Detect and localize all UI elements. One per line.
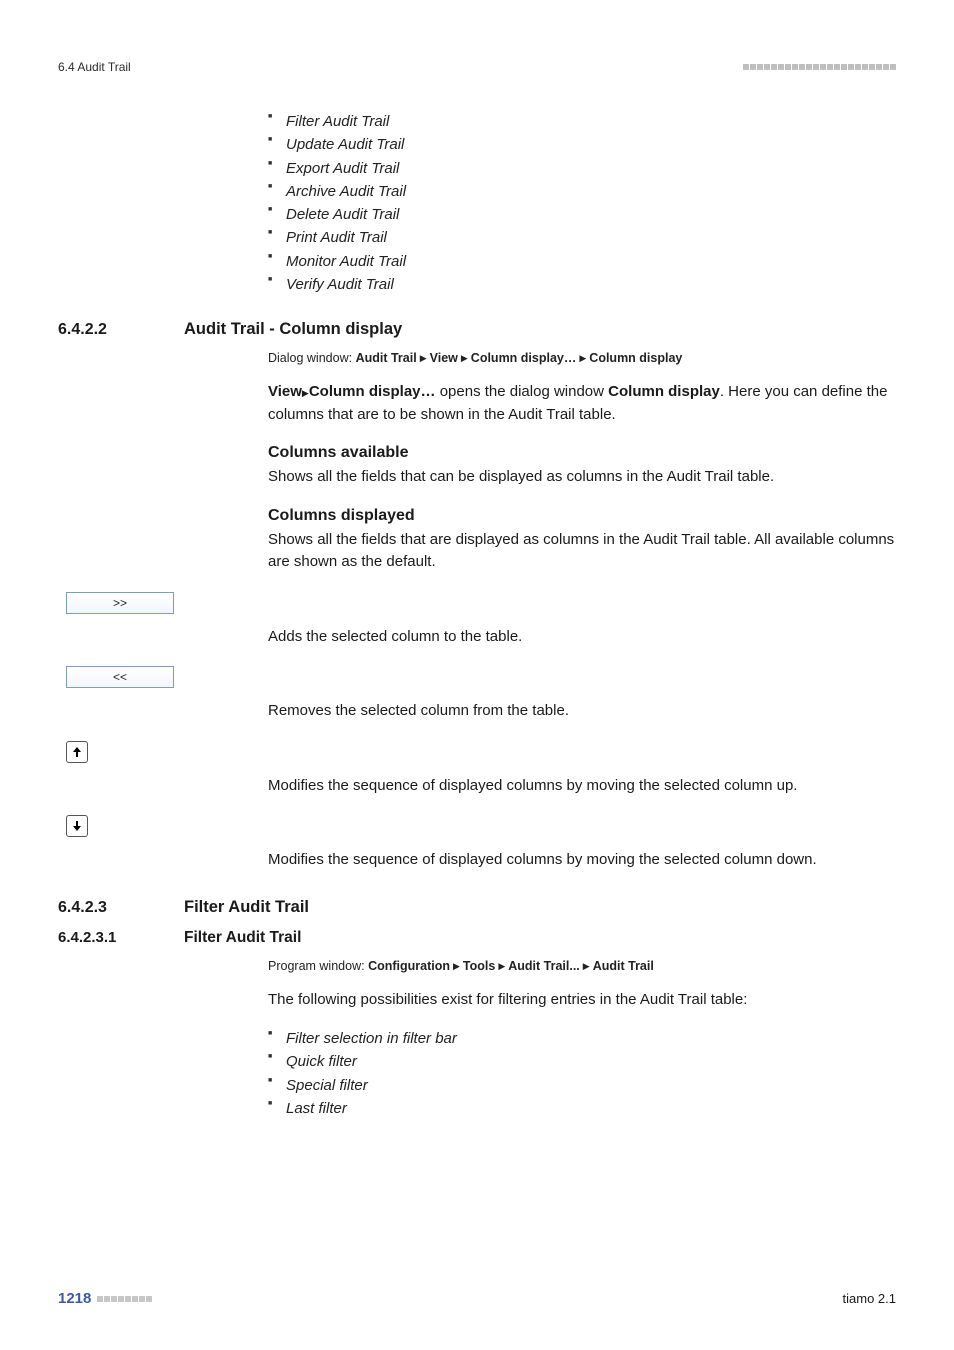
intro-paragraph: View▶Column display… opens the dialog wi… bbox=[268, 381, 896, 426]
add-column-desc: Adds the selected column to the table. bbox=[268, 626, 522, 649]
breadcrumb: Program window: Configuration▶Tools▶Audi… bbox=[268, 959, 896, 973]
list-item: Monitor Audit Trail bbox=[268, 250, 896, 273]
section-title: Filter Audit Trail bbox=[184, 898, 309, 917]
section-number: 6.4.2.3.1 bbox=[58, 929, 184, 946]
move-down-button[interactable] bbox=[66, 815, 88, 837]
breadcrumb-prefix: Program window: bbox=[268, 959, 365, 973]
arrow-down-icon bbox=[71, 820, 83, 832]
breadcrumb-part: Configuration bbox=[368, 959, 450, 973]
arrow-up-icon bbox=[71, 746, 83, 758]
list-item: Verify Audit Trail bbox=[268, 273, 896, 296]
section-heading: 6.4.2.3 Filter Audit Trail bbox=[58, 898, 896, 917]
list-item: Print Audit Trail bbox=[268, 226, 896, 249]
footer-ornament bbox=[97, 1296, 152, 1302]
list-item: Special filter bbox=[268, 1074, 896, 1097]
breadcrumb-part: Tools bbox=[463, 959, 495, 973]
move-down-desc: Modifies the sequence of displayed colum… bbox=[268, 849, 817, 872]
breadcrumb-part: Column display bbox=[589, 351, 682, 365]
section-title: Audit Trail - Column display bbox=[184, 320, 402, 339]
remove-column-desc: Removes the selected column from the tab… bbox=[268, 700, 569, 723]
remove-column-button[interactable]: << bbox=[66, 666, 174, 688]
header-section-label: 6.4 Audit Trail bbox=[58, 60, 131, 74]
page-footer: 1218 tiamo 2.1 bbox=[58, 1290, 896, 1307]
section-number: 6.4.2.2 bbox=[58, 321, 184, 339]
section-heading: 6.4.2.2 Audit Trail - Column display bbox=[58, 320, 896, 339]
filter-options-list: Filter selection in filter bar Quick fil… bbox=[268, 1027, 896, 1120]
move-up-desc: Modifies the sequence of displayed colum… bbox=[268, 775, 797, 798]
header-ornament bbox=[743, 64, 896, 70]
breadcrumb-part: Audit Trail bbox=[593, 959, 654, 973]
top-link-list: Filter Audit Trail Update Audit Trail Ex… bbox=[268, 110, 896, 296]
move-up-button[interactable] bbox=[66, 741, 88, 763]
columns-displayed-text: Shows all the fields that are displayed … bbox=[268, 529, 896, 574]
list-item: Filter Audit Trail bbox=[268, 110, 896, 133]
columns-displayed-heading: Columns displayed bbox=[268, 507, 896, 525]
intro-obj: Column display bbox=[608, 383, 720, 400]
list-item: Filter selection in filter bar bbox=[268, 1027, 896, 1050]
intro-action: Column display… bbox=[309, 383, 436, 400]
list-item: Archive Audit Trail bbox=[268, 180, 896, 203]
breadcrumb: Dialog window: Audit Trail▶View▶Column d… bbox=[268, 351, 896, 365]
subsection-heading: 6.4.2.3.1 Filter Audit Trail bbox=[58, 929, 896, 947]
list-item: Update Audit Trail bbox=[268, 133, 896, 156]
add-column-button[interactable]: >> bbox=[66, 592, 174, 614]
breadcrumb-part: Column display… bbox=[471, 351, 577, 365]
section-title: Filter Audit Trail bbox=[184, 929, 301, 947]
list-item: Last filter bbox=[268, 1097, 896, 1120]
product-name: tiamo 2.1 bbox=[843, 1291, 896, 1306]
page-number: 1218 bbox=[58, 1290, 91, 1307]
columns-available-text: Shows all the fields that can be display… bbox=[268, 466, 896, 489]
filter-intro: The following possibilities exist for fi… bbox=[268, 989, 896, 1012]
breadcrumb-part: View bbox=[430, 351, 458, 365]
list-item: Delete Audit Trail bbox=[268, 203, 896, 226]
breadcrumb-part: Audit Trail... bbox=[508, 959, 580, 973]
breadcrumb-part: Audit Trail bbox=[356, 351, 417, 365]
columns-available-heading: Columns available bbox=[268, 444, 896, 462]
section-number: 6.4.2.3 bbox=[58, 899, 184, 917]
intro-mid: opens the dialog window bbox=[436, 383, 609, 400]
intro-view: View bbox=[268, 383, 302, 400]
list-item: Export Audit Trail bbox=[268, 157, 896, 180]
breadcrumb-prefix: Dialog window: bbox=[268, 351, 352, 365]
list-item: Quick filter bbox=[268, 1050, 896, 1073]
